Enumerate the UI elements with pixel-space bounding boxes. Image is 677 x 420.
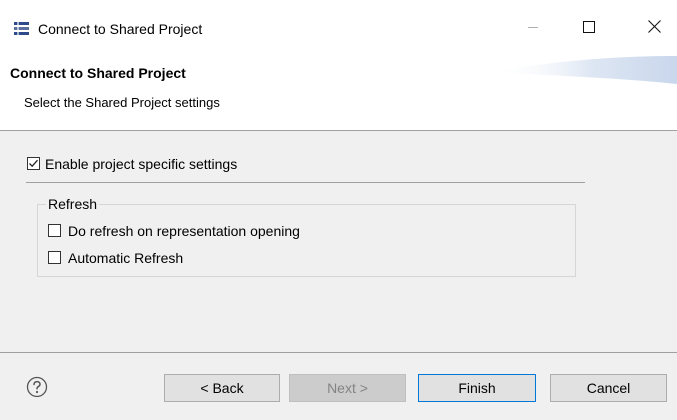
maximize-icon	[583, 20, 595, 36]
refresh-group-legend: Refresh	[46, 195, 100, 213]
dialog-window: Connect to Shared Project Connect to Sha…	[0, 0, 677, 420]
window-title: Connect to Shared Project	[38, 21, 203, 37]
page-title: Connect to Shared Project	[10, 65, 186, 81]
close-button[interactable]	[631, 8, 677, 48]
cancel-button[interactable]: Cancel	[550, 374, 667, 402]
refresh-on-opening-checkbox[interactable]	[48, 224, 61, 237]
close-icon	[647, 20, 661, 36]
help-icon[interactable]	[26, 376, 48, 398]
automatic-refresh-checkbox[interactable]	[48, 251, 61, 264]
enable-settings-checkbox[interactable]	[27, 157, 40, 170]
page-description: Select the Shared Project settings	[24, 95, 220, 110]
next-button[interactable]: Next >	[289, 374, 406, 402]
footer-divider	[0, 352, 677, 353]
refresh-on-opening-label[interactable]: Do refresh on representation opening	[68, 222, 300, 240]
minimize-icon	[527, 21, 539, 36]
title-bar[interactable]: Connect to Shared Project	[0, 0, 677, 54]
wizard-header: Connect to Shared Project Select the Sha…	[0, 54, 677, 130]
automatic-refresh-label[interactable]: Automatic Refresh	[68, 249, 183, 267]
wizard-icon	[14, 22, 29, 35]
finish-button[interactable]: Finish	[418, 374, 536, 402]
minimize-button[interactable]	[510, 8, 556, 48]
maximize-button[interactable]	[566, 8, 612, 48]
settings-divider	[26, 182, 585, 183]
checkmark-icon	[29, 159, 38, 168]
header-divider	[0, 130, 677, 131]
back-button[interactable]: < Back	[164, 374, 280, 402]
enable-settings-label[interactable]: Enable project specific settings	[45, 155, 237, 173]
